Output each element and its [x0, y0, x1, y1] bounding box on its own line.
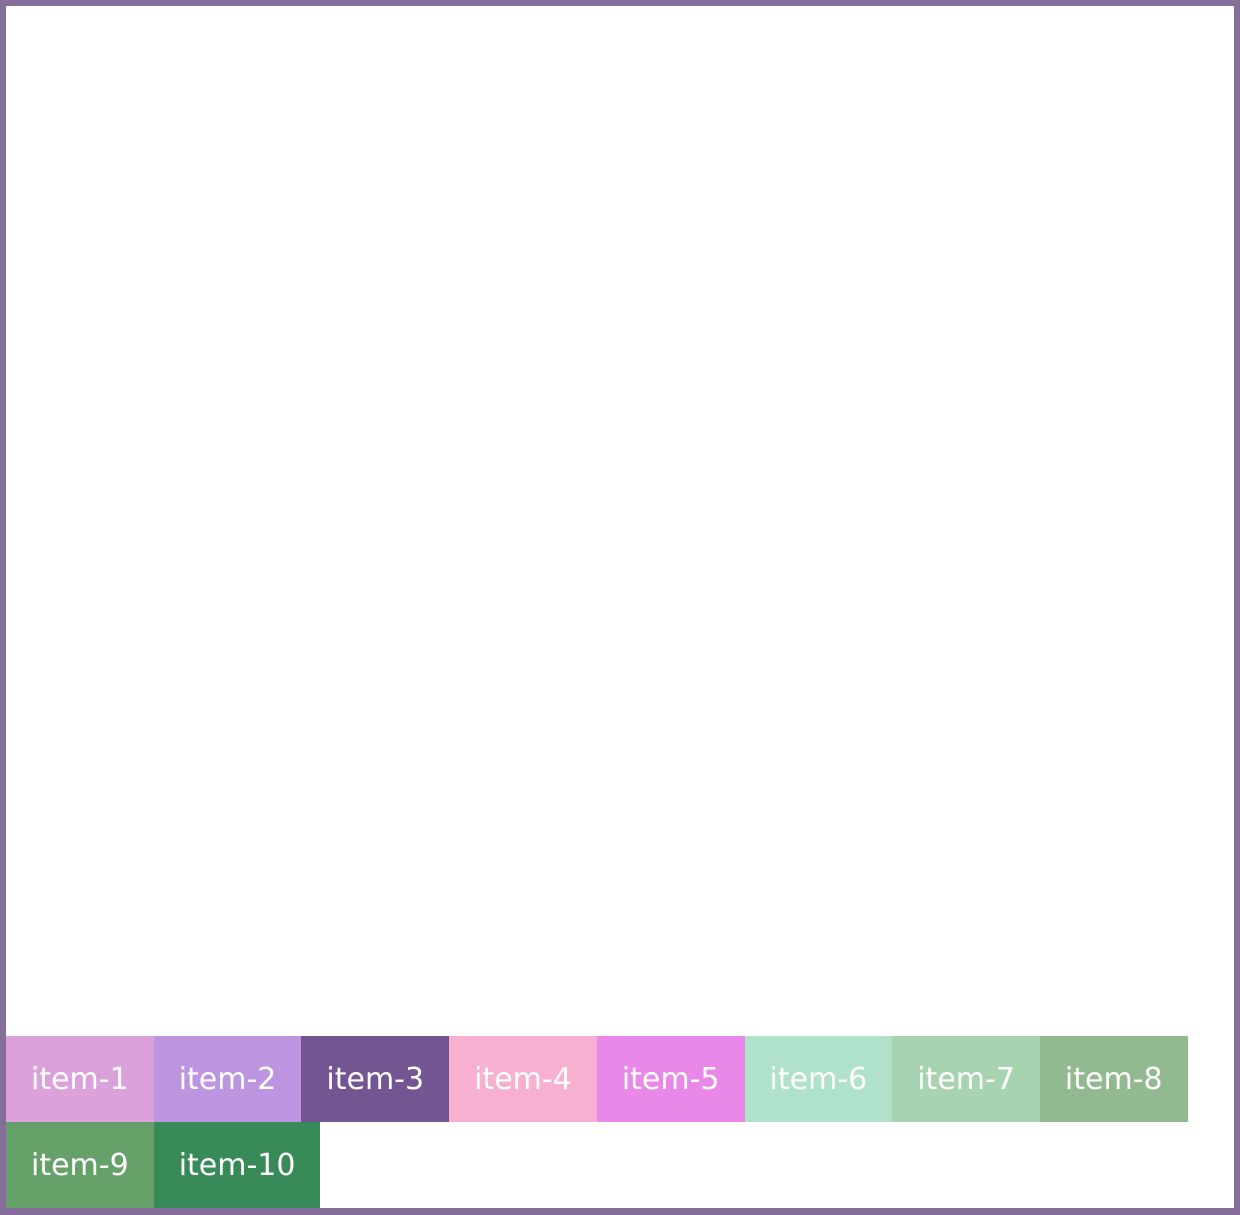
item-3: item-3 [301, 1036, 450, 1122]
item-2: item-2 [153, 1036, 302, 1122]
item-8: item-8 [1039, 1036, 1188, 1122]
item-1: item-1 [6, 1036, 154, 1122]
item-6: item-6 [744, 1036, 893, 1122]
item-5: item-5 [596, 1036, 745, 1122]
item-7: item-7 [892, 1036, 1040, 1122]
flex-container: item-1 item-2 item-3 item-4 item-5 item-… [0, 0, 1240, 1215]
item-4: item-4 [449, 1036, 597, 1122]
item-9: item-9 [6, 1122, 154, 1208]
item-10: item-10 [153, 1122, 321, 1208]
